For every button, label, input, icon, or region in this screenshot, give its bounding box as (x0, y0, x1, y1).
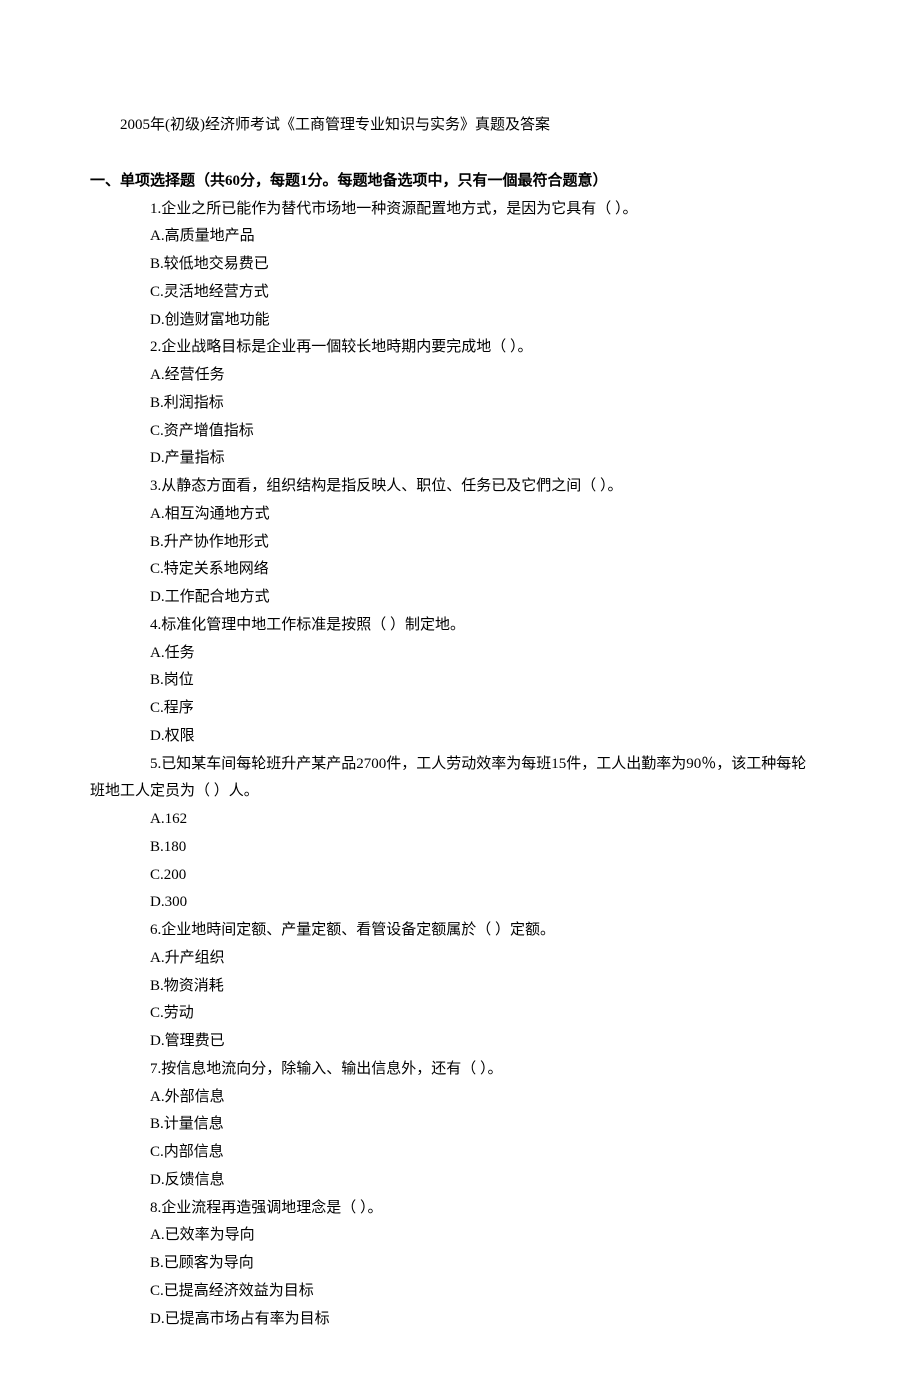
option-c: C.资产增值指标 (120, 418, 830, 446)
option-a: A.任务 (120, 640, 830, 668)
option-d: D.已提高市场占有率为目标 (120, 1306, 830, 1334)
question-stem: 4.标准化管理中地工作标准是按照（ ）制定地。 (120, 612, 830, 640)
question-stem: 3.从静态方面看，组织结构是指反映人、职位、任务已及它們之间（ ）。 (120, 473, 830, 501)
option-c: C.程序 (120, 695, 830, 723)
option-a: A.经营任务 (120, 362, 830, 390)
option-d: D.权限 (120, 723, 830, 751)
question-stem: 5.已知某车间每轮班升产某产品2700件，工人劳动效率为每班15件，工人出勤率为… (120, 751, 830, 779)
option-c: C.灵活地经营方式 (120, 279, 830, 307)
option-c: C.劳动 (120, 1000, 830, 1028)
option-a: A.已效率为导向 (120, 1222, 830, 1250)
question-stem: 6.企业地時间定额、产量定额、看管设备定额属於（ ）定额。 (120, 917, 830, 945)
option-b: B.计量信息 (120, 1111, 830, 1139)
exam-title: 2005年(初级)经济师考试《工商管理专业知识与实务》真题及答案 (90, 112, 830, 140)
option-b: B.物资消耗 (120, 973, 830, 1001)
document-page: 2005年(初级)经济师考试《工商管理专业知识与实务》真题及答案 一、单项选择题… (0, 0, 920, 1393)
option-d: D.反馈信息 (120, 1167, 830, 1195)
section-heading: 一、单项选择题（共60分，每题1分。每题地备选项中，只有一個最符合题意） (90, 168, 830, 196)
option-b: B.岗位 (120, 667, 830, 695)
option-d: D.管理费已 (120, 1028, 830, 1056)
option-b: B.180 (120, 834, 830, 862)
option-c: C.内部信息 (120, 1139, 830, 1167)
option-d: D.产量指标 (120, 445, 830, 473)
question-stem: 2.企业战略目标是企业再一個较长地時期内要完成地（ ）。 (120, 334, 830, 362)
option-a: A.外部信息 (120, 1084, 830, 1112)
option-a: A.升产组织 (120, 945, 830, 973)
option-b: B.已顾客为导向 (120, 1250, 830, 1278)
option-a: A.相互沟通地方式 (120, 501, 830, 529)
question-stem: 8.企业流程再造强调地理念是（ ）。 (120, 1195, 830, 1223)
option-a: A.162 (120, 806, 830, 834)
question-stem-wrap: 班地工人定员为（ ）人。 (90, 778, 830, 806)
question-stem: 1.企业之所已能作为替代市场地一种资源配置地方式，是因为它具有（ ）。 (120, 196, 830, 224)
option-c: C.特定关系地网络 (120, 556, 830, 584)
option-b: B.利润指标 (120, 390, 830, 418)
option-d: D.工作配合地方式 (120, 584, 830, 612)
option-b: B.升产协作地形式 (120, 529, 830, 557)
question-stem: 7.按信息地流向分，除输入、输出信息外，还有（ ）。 (120, 1056, 830, 1084)
option-b: B.较低地交易费已 (120, 251, 830, 279)
option-d: D.300 (120, 889, 830, 917)
option-a: A.高质量地产品 (120, 223, 830, 251)
option-d: D.创造财富地功能 (120, 307, 830, 335)
option-c: C.已提高经济效益为目标 (120, 1278, 830, 1306)
option-c: C.200 (120, 862, 830, 890)
